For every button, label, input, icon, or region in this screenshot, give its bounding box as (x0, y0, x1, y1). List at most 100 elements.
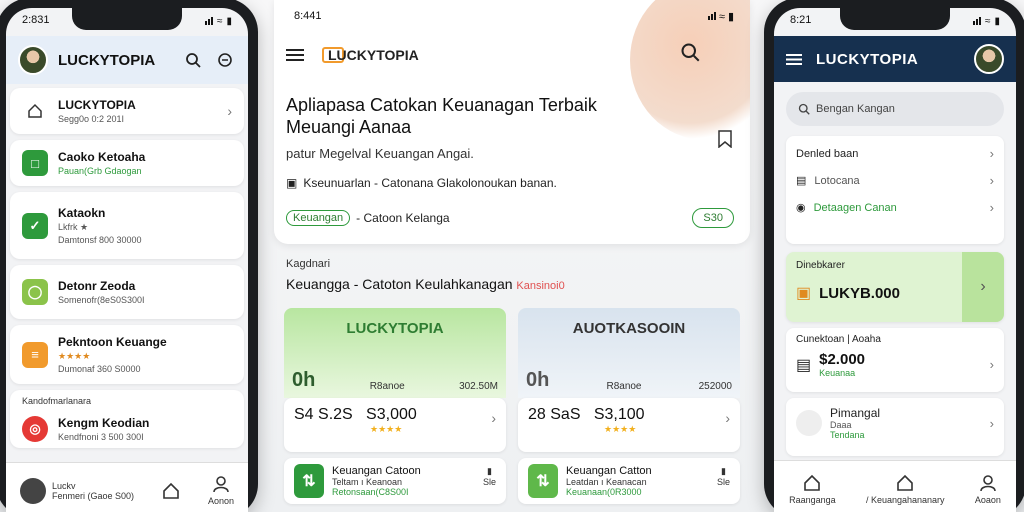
stat-card[interactable]: Cunektoan | Aoaha ▤ $2.000 Keuanaa › (786, 328, 1004, 392)
menu-row[interactable]: ▤ Lotocana › (786, 167, 1004, 194)
chevron-right-icon: › (725, 410, 730, 426)
signal-icon (707, 12, 716, 20)
item-title: Kataokn (58, 206, 106, 220)
subheadline: patur Megelval Keuangan Angai. (286, 146, 474, 161)
product-tile[interactable]: AUOTKASOOIN 0h R8anoe 252000 28 SaS S3,1… (518, 308, 740, 504)
item-title: Pekntoon Keuange (58, 335, 167, 349)
tile-big: 0h (292, 369, 316, 391)
status-time: 8:441 (294, 10, 322, 22)
nav-item-finance[interactable]: / Keuangahananary (866, 474, 945, 505)
app-row[interactable]: ⇅ Keuangan Catoon Teltam ı Keanoan Reton… (284, 458, 506, 504)
list-item[interactable]: LUCKYTOPIA Segg0o 0:2 201I › (10, 88, 244, 134)
trash-icon: ▮ (487, 466, 492, 476)
left-phone: 2:831 ≈ ▮ LUCKYTOPIA LUCKYTOPIA Segg0o 0… (0, 0, 258, 512)
action-button[interactable]: S30 (692, 208, 734, 228)
logo-icon (19, 477, 46, 504)
app-title: LUCKYTOPIA (58, 51, 156, 69)
status-bar: 8:441 ≈ ▮ (294, 10, 734, 23)
menu-row[interactable]: Denled baan › (786, 136, 1004, 167)
nav-label: Raanganga (789, 495, 836, 505)
nav-item-home[interactable] (162, 482, 180, 500)
receipt-icon: ▤ (796, 356, 812, 374)
nav-item-profile[interactable]: Luckv Fenmeri (Gaoe S00) (19, 477, 135, 504)
nav-item-account[interactable]: Aoaon (975, 474, 1001, 505)
chevron-right-icon: › (989, 415, 994, 431)
app-header: LUCKYTOPIA (6, 36, 248, 84)
row-title: Denled baan (796, 147, 859, 160)
search-icon[interactable] (680, 42, 700, 67)
chat-icon[interactable] (214, 49, 236, 71)
list-item[interactable]: Kandofmarlanara ◎ Kengm Keodian Kendfnon… (10, 390, 244, 448)
avatar[interactable] (18, 45, 48, 75)
wallet-icon: ▣ (796, 285, 812, 302)
stat-value: $2.000 (819, 351, 866, 368)
bottom-nav: Luckv Fenmeri (Gaoe S00) Aonon (6, 462, 248, 512)
item-subtitle: Somenofr(8eS0S300I (58, 295, 145, 305)
list-item[interactable]: ≡ Pekntoon Keuange ★★★★ Dumonaf 360 S000… (10, 325, 244, 384)
home-icon (897, 474, 914, 491)
section-title: Keuangga - Catoton Keulahkanagan Kansino… (286, 276, 565, 292)
app-line: Teltam ı Keanoan (332, 477, 403, 487)
product-tile[interactable]: LUCKYTOPIA 0h R8anoe 302.50M S4 S.2S S3,… (284, 308, 506, 504)
right-phone: 8:21 ≈ ▮ LUCKYTOPIA Bengan Kangan Denled… (764, 0, 1024, 512)
section-label: Kagdnari (286, 258, 331, 270)
search-icon[interactable] (182, 49, 204, 71)
menu-card: Denled baan › ▤ Lotocana › ◉ Detaagen Ca… (786, 136, 1004, 244)
info-card[interactable]: Pimangal Daaa Tendana › (786, 398, 1004, 456)
price-right: S3,000 (366, 406, 417, 423)
search-input[interactable]: Bengan Kangan (786, 92, 1004, 126)
right-phone-screen: 8:21 ≈ ▮ LUCKYTOPIA Bengan Kangan Denled… (774, 8, 1016, 512)
nav-item-home[interactable]: Raanganga (789, 474, 836, 505)
menu-row[interactable]: ◉ Detaagen Canan › (786, 194, 1004, 221)
nav-label: / Keuangahananary (865, 495, 945, 505)
delete-button[interactable]: ▮ Sle (483, 466, 496, 487)
price-right: S3,100 (593, 406, 645, 423)
bookmark-icon[interactable] (718, 130, 732, 153)
section-badge: Kansinoi0 (516, 280, 565, 292)
delete-button[interactable]: ▮ Sle (717, 466, 730, 487)
balance-card[interactable]: Dinebkarer ▣ LUKYB.000 › (786, 252, 1004, 322)
menu-icon[interactable] (286, 48, 304, 62)
battery-icon: ▮ (727, 11, 734, 23)
tile-right: 252000 (698, 381, 732, 392)
tag-pill[interactable]: Keuangan (286, 210, 351, 226)
app-title: LUCKYTOPIA (816, 50, 919, 68)
tile-right: 302.50M (459, 381, 498, 392)
tile-name: AUOTKASOOIN (572, 320, 686, 337)
card-line: Daaa (830, 420, 852, 430)
avatar[interactable] (974, 44, 1004, 74)
wifi-icon: ≈ (718, 11, 725, 23)
list-item[interactable]: ✓ Kataokn Lkfrk ★ Damtonsf 800 30000 (10, 192, 244, 259)
item-detail: Dumonaf 360 S0000 (58, 364, 141, 374)
notch (72, 8, 182, 30)
app-icon: ⇅ (528, 464, 558, 498)
chevron-right-icon: › (989, 357, 994, 372)
status-time: 2:831 (22, 14, 50, 26)
nav-item-account[interactable]: Aonon (208, 475, 234, 506)
hero-card: 8:441 ≈ ▮ LUCKYTOPIA Apliapasa Catokan K… (274, 0, 750, 244)
calc-icon: ≡ (22, 341, 48, 368)
signal-icon (972, 17, 981, 25)
list-item[interactable]: □ Caoko Ketoaha Pauan(Grb Gdaogan (10, 140, 244, 186)
notch (840, 8, 950, 30)
chevron-right-icon: › (962, 252, 1004, 322)
menu-icon[interactable] (786, 53, 802, 66)
battery-icon: ▮ (226, 15, 232, 27)
chevron-right-icon: › (989, 200, 994, 215)
price-card[interactable]: 28 SaS S3,100 ★★★★ › (518, 398, 740, 452)
left-phone-screen: 2:831 ≈ ▮ LUCKYTOPIA LUCKYTOPIA Segg0o 0… (6, 8, 248, 512)
nav-label: Fenmeri (Gaoe S00) (51, 490, 135, 501)
price-card[interactable]: S4 S.2S S3,000 ★★★★ › (284, 398, 506, 452)
app-row[interactable]: ⇅ Keuangan Catton Leatdan ı Keanacan Keu… (518, 458, 740, 504)
stat-sub: Keuanaa (819, 368, 856, 378)
brand-name: LUCKYTOPIA (328, 46, 419, 63)
user-icon (213, 476, 229, 493)
image-icon: ▣ (286, 176, 298, 190)
list-item[interactable]: ◯ Detonr Zeoda Somenofr(8eS0S300I (10, 265, 244, 319)
coin-icon: ◯ (22, 279, 48, 305)
app-line: Leatdan ı Keanacan (566, 477, 647, 487)
item-subtitle: Segg0o 0:2 201I (58, 114, 125, 124)
item-title: LUCKYTOPIA (58, 98, 136, 112)
price-left: 28 SaS (528, 406, 581, 423)
item-subtitle: Kendfnoni 3 500 300I (58, 432, 144, 442)
